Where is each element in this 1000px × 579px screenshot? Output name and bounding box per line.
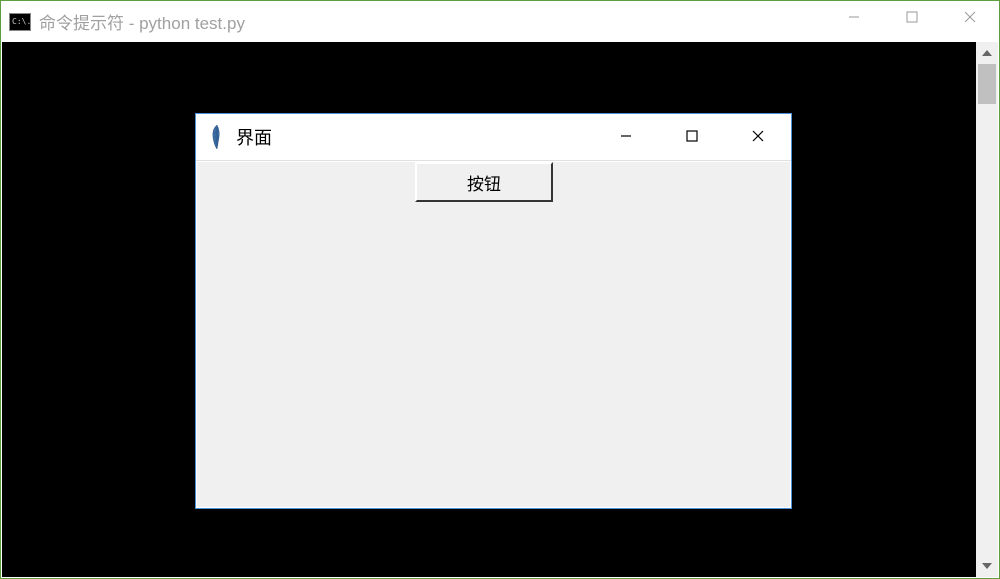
vertical-scrollbar[interactable] (976, 42, 998, 577)
command-prompt-client-area: 界面 按钮 (2, 42, 976, 577)
command-prompt-window: C:\. 命令提示符 - python test.py (0, 0, 1000, 579)
inner-window-title: 界面 (236, 124, 272, 150)
inner-close-button[interactable] (725, 114, 791, 158)
outer-window-controls (825, 1, 999, 42)
cmd-icon: C:\. (9, 13, 31, 31)
inner-titlebar[interactable]: 界面 (196, 114, 791, 161)
inner-window-controls (593, 114, 791, 161)
inner-minimize-button[interactable] (593, 114, 659, 158)
tkinter-feather-icon (208, 123, 226, 151)
maximize-button[interactable] (883, 1, 941, 32)
scroll-thumb[interactable] (978, 64, 996, 104)
close-button[interactable] (941, 1, 999, 32)
tkinter-client-area: 按钮 (197, 162, 790, 507)
action-button[interactable]: 按钮 (415, 162, 553, 202)
outer-window-title: 命令提示符 - python test.py (39, 9, 245, 34)
outer-titlebar[interactable]: C:\. 命令提示符 - python test.py (1, 1, 999, 42)
tkinter-window: 界面 按钮 (195, 113, 792, 509)
inner-maximize-button[interactable] (659, 114, 725, 158)
scroll-up-button[interactable] (976, 42, 998, 64)
scroll-down-button[interactable] (976, 555, 998, 577)
minimize-button[interactable] (825, 1, 883, 32)
